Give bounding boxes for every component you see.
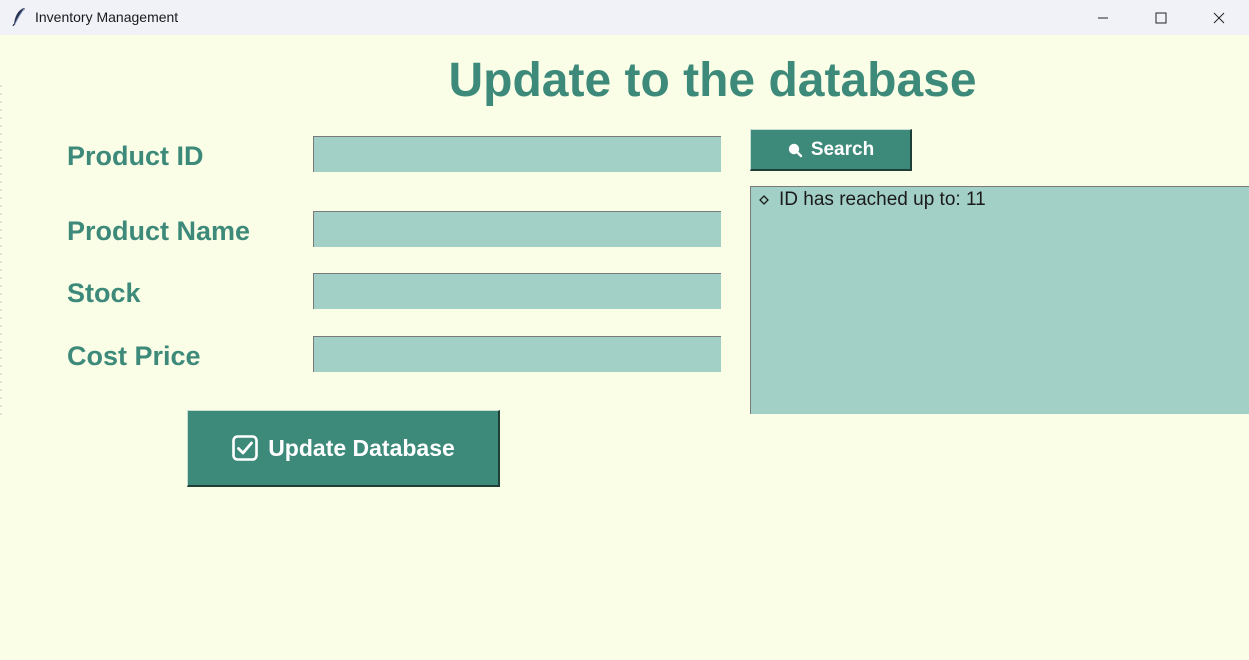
stock-label: Stock xyxy=(67,278,141,308)
page-title: Update to the database xyxy=(448,54,977,107)
cost-price-input[interactable] xyxy=(313,336,721,372)
app-window: Inventory Management Update to the datab… xyxy=(0,0,1249,660)
info-listbox[interactable]: ID has reached up to: 11 xyxy=(750,186,1249,414)
window-title: Inventory Management xyxy=(35,9,179,25)
info-item-text: ID has reached up to: 11 xyxy=(779,189,986,210)
product-name-label: Product Name xyxy=(67,216,251,246)
window-edge-divider xyxy=(0,85,2,415)
maximize-icon xyxy=(1155,12,1167,24)
update-database-button[interactable]: Update Database xyxy=(187,410,500,487)
stock-input[interactable] xyxy=(313,273,721,309)
update-button-label: Update Database xyxy=(268,434,455,461)
feather-icon xyxy=(11,7,27,27)
diamond-bullet-icon xyxy=(759,195,769,205)
cost-price-label: Cost Price xyxy=(67,341,201,371)
close-icon xyxy=(1213,12,1225,24)
minimize-button[interactable] xyxy=(1074,0,1132,35)
maximize-button[interactable] xyxy=(1132,0,1190,35)
close-button[interactable] xyxy=(1190,0,1248,35)
title-bar[interactable]: Inventory Management xyxy=(0,0,1249,35)
product-name-input[interactable] xyxy=(313,211,721,247)
product-id-input[interactable] xyxy=(313,136,721,172)
product-id-label: Product ID xyxy=(67,141,204,171)
search-icon xyxy=(787,142,803,158)
main-content: Update to the database Product ID Produc… xyxy=(0,35,1249,660)
list-item[interactable]: ID has reached up to: 11 xyxy=(759,189,986,211)
search-button[interactable]: Search xyxy=(750,129,912,171)
search-button-label: Search xyxy=(810,138,875,160)
minimize-icon xyxy=(1097,12,1109,24)
checkbox-icon xyxy=(231,434,259,462)
